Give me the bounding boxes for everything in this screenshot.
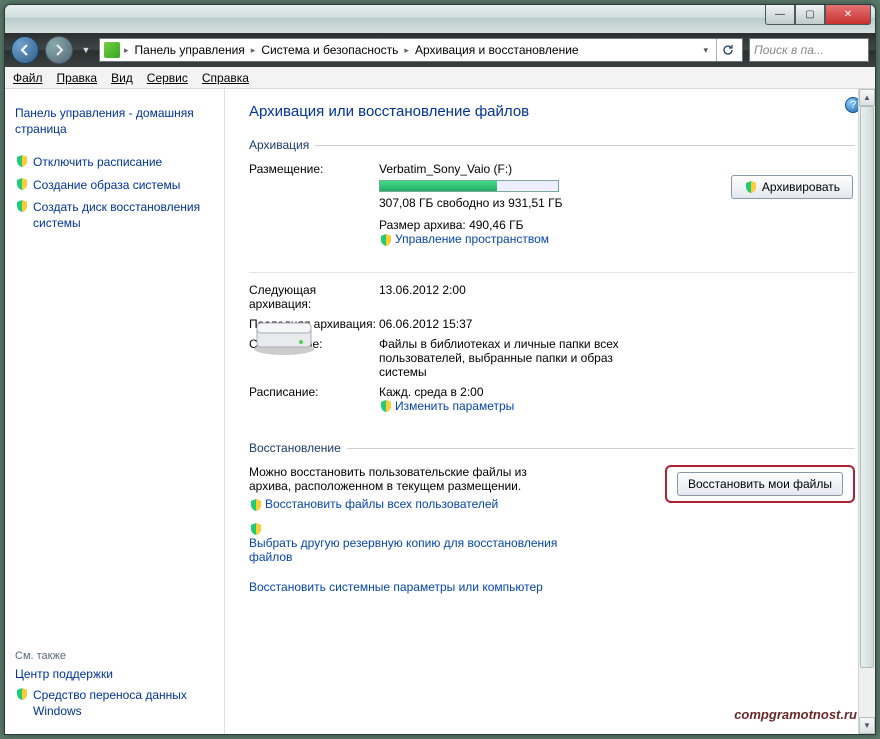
close-button[interactable]: ✕	[825, 5, 871, 25]
sidebar-item-label: Создание образа системы	[33, 177, 180, 193]
scroll-thumb[interactable]	[860, 106, 874, 668]
search-placeholder: Поиск в па...	[754, 43, 824, 57]
sidebar: Панель управления - домашняя страница От…	[5, 89, 225, 734]
menu-file[interactable]: Файл	[13, 71, 43, 85]
shield-icon	[379, 233, 392, 246]
sidebar-item-label: Создать диск восстановления системы	[33, 199, 214, 231]
transfer-tool-label: Средство переноса данных Windows	[33, 687, 214, 719]
scrollbar[interactable]: ▲ ▼	[858, 89, 875, 734]
window-buttons: — ▢ ✕	[765, 5, 871, 25]
archive-button-label: Архивировать	[762, 180, 840, 194]
control-panel-home-link[interactable]: Панель управления - домашняя страница	[15, 105, 214, 137]
refresh-button[interactable]	[716, 39, 738, 61]
drive-icon	[249, 309, 319, 357]
contents-value: Файлы в библиотеках и личные папки всех …	[379, 337, 659, 379]
transfer-tool-link[interactable]: Средство переноса данных Windows	[15, 687, 214, 719]
watermark: compgramotnost.ru	[734, 707, 857, 722]
next-backup-label: Следующая архивация:	[249, 283, 379, 311]
support-center-link[interactable]: Центр поддержки	[15, 666, 214, 682]
sidebar-item-create-recovery-disc[interactable]: Создать диск восстановления системы	[15, 199, 214, 231]
scroll-down-button[interactable]: ▼	[859, 717, 875, 734]
schedule-label: Расписание:	[249, 385, 379, 416]
breadcrumb-item[interactable]: Архивация и восстановление	[413, 43, 581, 57]
body: Панель управления - домашняя страница От…	[5, 89, 875, 734]
shield-icon	[379, 399, 392, 412]
restore-section-label: Восстановление	[249, 441, 855, 455]
minimize-button[interactable]: —	[765, 5, 795, 25]
next-backup-value: 13.06.2012 2:00	[379, 283, 855, 311]
manage-space-link[interactable]: Управление пространством	[379, 232, 549, 246]
chevron-right-icon: ▸	[124, 45, 129, 56]
window: — ▢ ✕ ▼ ▸ Панель управления ▸ Система и …	[4, 4, 876, 735]
shield-icon	[249, 498, 262, 511]
restore-my-files-button-highlight: Восстановить мои файлы	[665, 465, 855, 503]
shield-icon	[15, 687, 29, 701]
content: ? Архивация или восстановление файлов Ар…	[225, 89, 875, 734]
address-bar[interactable]: ▸ Панель управления ▸ Система и безопасн…	[99, 38, 743, 62]
sidebar-item-disable-schedule[interactable]: Отключить расписание	[15, 154, 214, 170]
menu-tools[interactable]: Сервис	[147, 71, 188, 85]
restore-my-files-button[interactable]: Восстановить мои файлы	[677, 472, 843, 496]
archive-size: Размер архива: 490,46 ГБ	[379, 218, 855, 232]
address-dropdown[interactable]: ▾	[699, 45, 712, 56]
change-params-link[interactable]: Изменить параметры	[379, 399, 514, 413]
chevron-right-icon: ▸	[251, 45, 256, 56]
restore-all-users-link[interactable]: Восстановить файлы всех пользователей	[249, 497, 498, 511]
last-backup-value: 06.06.2012 15:37	[379, 317, 855, 331]
schedule-value: Кажд. среда в 2:00	[379, 385, 855, 399]
shield-icon	[15, 177, 29, 191]
choose-other-backup-link[interactable]: Выбрать другую резервную копию для восст…	[249, 536, 589, 564]
shield-icon	[744, 180, 758, 194]
titlebar: — ▢ ✕	[5, 5, 875, 33]
shield-icon	[15, 199, 29, 213]
control-panel-icon	[104, 42, 120, 58]
navbar: ▼ ▸ Панель управления ▸ Система и безопа…	[5, 33, 875, 67]
restore-system-link[interactable]: Восстановить системные параметры или ком…	[249, 580, 645, 594]
history-dropdown[interactable]: ▼	[79, 40, 93, 60]
forward-button[interactable]	[45, 36, 73, 64]
menu-edit[interactable]: Правка	[57, 71, 98, 85]
sidebar-item-create-image[interactable]: Создание образа системы	[15, 177, 214, 193]
location-value: Verbatim_Sony_Vaio (F:)	[379, 162, 855, 176]
location-label: Размещение:	[249, 162, 379, 249]
search-input[interactable]: Поиск в па...	[749, 38, 869, 62]
shield-icon	[249, 522, 262, 535]
menubar: Файл Правка Вид Сервис Справка	[5, 67, 875, 89]
scroll-track[interactable]	[859, 106, 875, 717]
menu-view[interactable]: Вид	[111, 71, 133, 85]
scroll-up-button[interactable]: ▲	[859, 89, 875, 106]
archiving-section-label: Архивация	[249, 138, 855, 152]
menu-help[interactable]: Справка	[202, 71, 249, 85]
see-also-label: См. также	[15, 650, 214, 662]
restore-description: Можно восстановить пользовательские файл…	[249, 465, 569, 493]
sidebar-item-label: Отключить расписание	[33, 154, 162, 170]
page-title: Архивация или восстановление файлов	[249, 103, 855, 120]
disk-usage-bar	[379, 180, 559, 192]
breadcrumb-item[interactable]: Система и безопасность	[259, 43, 400, 57]
breadcrumb-item[interactable]: Панель управления	[133, 43, 247, 57]
shield-icon	[15, 154, 29, 168]
maximize-button[interactable]: ▢	[795, 5, 825, 25]
back-button[interactable]	[11, 36, 39, 64]
archive-button[interactable]: Архивировать	[731, 175, 853, 199]
chevron-right-icon: ▸	[404, 45, 409, 56]
